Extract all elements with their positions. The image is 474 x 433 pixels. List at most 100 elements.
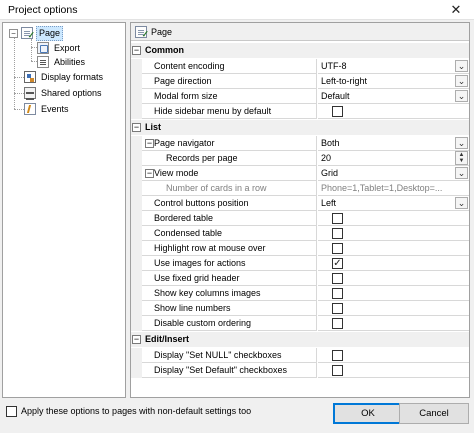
value-text: Left — [321, 198, 337, 208]
property-value[interactable]: Grid ⌄ — [318, 166, 469, 181]
dropdown-arrow-icon[interactable]: ⌄ — [455, 90, 468, 102]
value-text: Grid — [321, 168, 339, 178]
category-list[interactable]: − List — [131, 120, 469, 135]
property-disable-ordering[interactable]: Disable custom ordering — [131, 316, 469, 331]
property-value[interactable]: Left ⌄ — [318, 196, 469, 211]
property-value[interactable]: UTF-8 ⌄ — [318, 59, 469, 74]
property-value[interactable]: Both ⌄ — [318, 136, 469, 151]
value-text: Left-to-right — [321, 76, 368, 86]
tree-item-page[interactable]: − ✓ Page — [9, 25, 64, 41]
checkbox[interactable] — [332, 273, 343, 284]
apply-checkbox[interactable] — [6, 406, 17, 417]
category-label: Common — [145, 45, 184, 55]
display-formats-icon — [24, 71, 36, 83]
collapse-icon[interactable]: − — [145, 139, 154, 148]
property-name: Records per page — [142, 151, 317, 166]
ok-button[interactable]: OK — [333, 403, 403, 424]
tree-item-events[interactable]: Events — [24, 102, 71, 116]
export-icon — [37, 42, 49, 54]
property-name: Display "Set NULL" checkboxes — [142, 348, 317, 363]
property-hide-sidebar[interactable]: Hide sidebar menu by default — [131, 104, 469, 119]
dropdown-arrow-icon[interactable]: ⌄ — [455, 197, 468, 209]
tree-connector — [14, 109, 24, 110]
tree-connector — [14, 93, 24, 94]
spin-down-icon[interactable]: ▼ — [456, 158, 467, 164]
apply-checkbox-label[interactable]: Apply these options to pages with non-de… — [21, 406, 251, 416]
tree-item-label: Page — [36, 25, 64, 41]
dropdown-arrow-icon[interactable]: ⌄ — [455, 75, 468, 87]
category-common[interactable]: − Common — [131, 43, 469, 58]
property-control-buttons-position[interactable]: Control buttons position Left ⌄ — [131, 196, 469, 211]
category-edit-insert[interactable]: − Edit/Insert — [131, 332, 469, 347]
checkbox[interactable] — [332, 318, 343, 329]
property-condensed-table[interactable]: Condensed table — [131, 226, 469, 241]
page-icon: ✓ — [135, 25, 149, 38]
property-name: Number of cards in a row — [142, 181, 317, 196]
checkbox[interactable] — [332, 303, 343, 314]
name-text: Page navigator — [154, 138, 215, 148]
cancel-button[interactable]: Cancel — [399, 403, 469, 424]
category-label: Edit/Insert — [145, 334, 190, 344]
checkbox[interactable] — [332, 288, 343, 299]
property-name: Condensed table — [142, 226, 317, 241]
property-name: Hide sidebar menu by default — [142, 104, 317, 119]
checkbox[interactable] — [332, 350, 343, 361]
property-records-per-page[interactable]: Records per page 20 ▲ ▼ — [131, 151, 469, 166]
tree-item-display-formats[interactable]: Display formats — [24, 70, 105, 84]
collapse-icon[interactable]: − — [132, 335, 141, 344]
title-bar: Project options ✕ — [0, 0, 474, 20]
property-modal-form-size[interactable]: Modal form size Default ⌄ — [131, 89, 469, 104]
property-name: Highlight row at mouse over — [142, 241, 317, 256]
property-value[interactable]: Left-to-right ⌄ — [318, 74, 469, 89]
tree-item-abilities[interactable]: Abilities — [37, 55, 87, 69]
property-name: Disable custom ordering — [142, 316, 317, 331]
collapse-icon[interactable]: − — [132, 46, 141, 55]
dropdown-arrow-icon[interactable]: ⌄ — [455, 60, 468, 72]
property-view-mode[interactable]: View mode − Grid ⌄ — [131, 166, 469, 181]
property-value[interactable]: Phone=1,Tablet=1,Desktop=... — [318, 181, 469, 196]
dropdown-arrow-icon[interactable]: ⌄ — [455, 137, 468, 149]
property-fixed-grid-header[interactable]: Use fixed grid header — [131, 271, 469, 286]
close-icon[interactable]: ✕ — [438, 0, 474, 20]
property-use-images[interactable]: Use images for actions ✓ — [131, 256, 469, 271]
dropdown-arrow-icon[interactable]: ⌄ — [455, 167, 468, 179]
property-key-columns-images[interactable]: Show key columns images — [131, 286, 469, 301]
property-name: Display "Set Default" checkboxes — [142, 363, 317, 378]
panel-header: ✓ Page — [131, 23, 469, 41]
spinner[interactable]: ▲ ▼ — [455, 151, 468, 165]
property-content-encoding[interactable]: Content encoding UTF-8 ⌄ — [131, 59, 469, 74]
checkbox[interactable] — [332, 228, 343, 239]
property-page-direction[interactable]: Page direction Left-to-right ⌄ — [131, 74, 469, 89]
tree-item-shared-options[interactable]: Shared options — [24, 86, 104, 100]
checkbox[interactable] — [332, 106, 343, 117]
tree-item-label: Display formats — [41, 71, 104, 82]
property-name: Modal form size — [142, 89, 317, 104]
collapse-icon[interactable]: − — [145, 169, 154, 178]
property-cards-in-row[interactable]: Number of cards in a row Phone=1,Tablet=… — [131, 181, 469, 196]
panel-header-label: Page — [151, 26, 173, 37]
property-value[interactable]: 20 ▲ ▼ — [318, 151, 469, 166]
checkbox[interactable] — [332, 213, 343, 224]
checkbox[interactable] — [332, 243, 343, 254]
property-line-numbers[interactable]: Show line numbers — [131, 301, 469, 316]
property-bordered-table[interactable]: Bordered table — [131, 211, 469, 226]
tree-connector — [14, 37, 15, 109]
property-highlight-row[interactable]: Highlight row at mouse over — [131, 241, 469, 256]
tree-item-label: Events — [41, 103, 69, 114]
property-name: Control buttons position — [142, 196, 317, 211]
tree-item-label: Export — [54, 42, 81, 53]
tree-item-export[interactable]: Export — [37, 41, 82, 55]
property-name: Bordered table — [142, 211, 317, 226]
property-page-navigator[interactable]: Page navigator − Both ⌄ — [131, 136, 469, 151]
properties-panel: ✓ Page − Common Content encoding UTF-8 ⌄ … — [130, 22, 470, 398]
property-set-default[interactable]: Display "Set Default" checkboxes — [131, 363, 469, 378]
tree-connector — [14, 77, 24, 78]
checkbox[interactable] — [332, 365, 343, 376]
property-set-null[interactable]: Display "Set NULL" checkboxes — [131, 348, 469, 363]
collapse-icon[interactable]: − — [132, 123, 141, 132]
value-text: 20 — [321, 153, 332, 163]
checkbox[interactable]: ✓ — [332, 258, 343, 269]
property-value[interactable]: Default ⌄ — [318, 89, 469, 104]
collapse-icon[interactable]: − — [9, 28, 18, 38]
value-text: UTF-8 — [321, 61, 347, 71]
